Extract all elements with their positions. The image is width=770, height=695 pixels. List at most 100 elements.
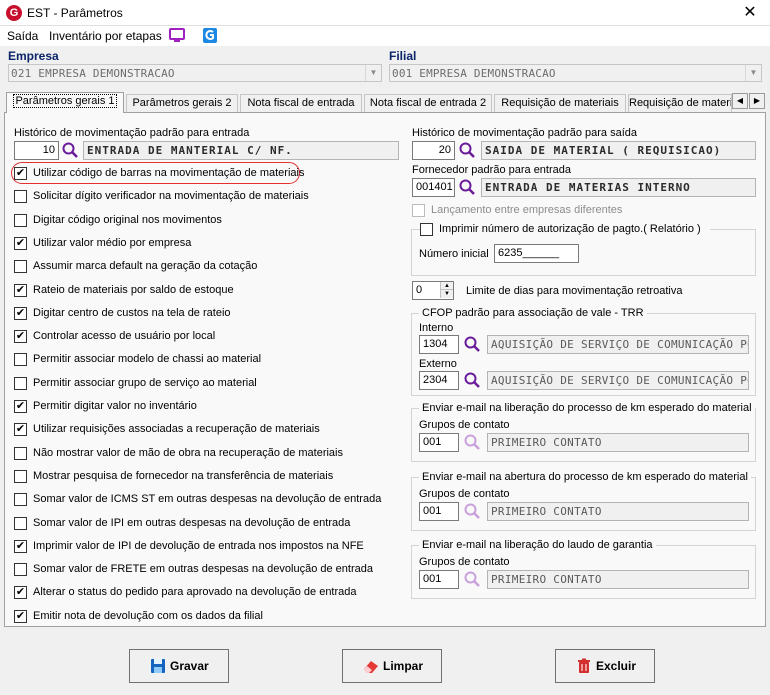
- externo-desc: AQUISIÇÃO DE SERVIÇO DE COMUNICAÇÃO POR …: [487, 371, 749, 390]
- checkbox-box[interactable]: ✔: [14, 400, 27, 413]
- checkbox-box[interactable]: ✔: [14, 307, 27, 320]
- checkbox-box[interactable]: ✔: [14, 237, 27, 250]
- filial-select[interactable]: 001 EMPRESA DEMONSTRACAO ▼: [389, 64, 762, 82]
- left-checkbox-13[interactable]: Não mostrar valor de mão de obra na recu…: [14, 446, 399, 462]
- email-3-desc: PRIMEIRO CONTATO: [487, 570, 749, 589]
- email-1-code-input[interactable]: 001: [419, 433, 459, 452]
- hist-entrada-code-input[interactable]: 10: [14, 141, 59, 160]
- tab-requisicao-materiais[interactable]: Requisição de materiais: [494, 94, 626, 113]
- search-icon[interactable]: [458, 178, 476, 196]
- hist-saida-label: Histórico de movimentação padrão para sa…: [412, 127, 638, 139]
- eraser-icon: [364, 661, 378, 673]
- numero-inicial-input[interactable]: 6235______: [494, 244, 579, 263]
- hist-saida-desc: SAIDA DE MATERIAL ( REQUISICAO): [481, 141, 756, 160]
- search-icon[interactable]: [458, 141, 476, 159]
- left-checkbox-5[interactable]: Assumir marca default na geração da cota…: [14, 259, 399, 275]
- checkbox-box[interactable]: [420, 223, 433, 236]
- left-checkbox-8[interactable]: ✔ Controlar acesso de usuário por local: [14, 329, 399, 345]
- checkbox-box[interactable]: [412, 204, 425, 217]
- tab-nota-fiscal-entrada-2[interactable]: Nota fiscal de entrada 2: [364, 94, 492, 113]
- checkbox-box[interactable]: [14, 447, 27, 460]
- checkbox-box[interactable]: ✔: [14, 586, 27, 599]
- tab-scroll-right-icon[interactable]: ▶: [749, 93, 765, 109]
- left-checkbox-3[interactable]: Digitar código original nos movimentos: [14, 213, 399, 229]
- menu-saida[interactable]: Saída: [7, 29, 38, 43]
- search-icon[interactable]: [463, 335, 481, 353]
- checkbox-box[interactable]: [14, 353, 27, 366]
- checkbox-box[interactable]: [14, 517, 27, 530]
- left-checkbox-6[interactable]: ✔ Rateio de materiais por saldo de estoqu…: [14, 283, 399, 299]
- left-checkbox-4[interactable]: ✔ Utilizar valor médio por empresa: [14, 236, 399, 252]
- left-checkbox-17[interactable]: ✔ Imprimir valor de IPI de devolução de e…: [14, 539, 399, 555]
- spin-down-icon[interactable]: ▼: [440, 290, 453, 298]
- left-checkbox-14[interactable]: Mostrar pesquisa de fornecedor na transf…: [14, 469, 399, 485]
- checkbox-box[interactable]: ✔: [14, 540, 27, 553]
- close-button[interactable]: ✕: [730, 0, 770, 26]
- email-2-code-input[interactable]: 001: [419, 502, 459, 521]
- interno-code-input[interactable]: 1304: [419, 335, 459, 354]
- checkbox-box[interactable]: [14, 190, 27, 203]
- email-3-code-input[interactable]: 001: [419, 570, 459, 589]
- checkbox-label: Somar valor de IPI em outras despesas na…: [33, 517, 351, 529]
- checkbox-label: Rateio de materiais por saldo de estoque: [33, 284, 234, 296]
- gravar-button[interactable]: Gravar: [129, 649, 229, 683]
- app-shortcut-icon[interactable]: [201, 27, 219, 44]
- checkbox-box[interactable]: ✔: [14, 423, 27, 436]
- left-checkbox-18[interactable]: Somar valor de FRETE em outras despesas …: [14, 562, 399, 578]
- left-checkbox-15[interactable]: Somar valor de ICMS ST em outras despesa…: [14, 492, 399, 508]
- checkbox-box[interactable]: ✔: [14, 284, 27, 297]
- checkbox-label: Utilizar código de barras na movimentaçã…: [33, 167, 305, 179]
- chevron-down-icon[interactable]: ▼: [745, 65, 761, 81]
- limpar-button[interactable]: Limpar: [342, 649, 442, 683]
- left-checkbox-9[interactable]: Permitir associar modelo de chassi ao ma…: [14, 352, 399, 368]
- checkbox-box[interactable]: ✔: [14, 330, 27, 343]
- spin-up-icon[interactable]: ▲: [440, 282, 453, 290]
- checkbox-box[interactable]: [14, 214, 27, 227]
- hist-saida-code-input[interactable]: 20: [412, 141, 455, 160]
- tab-requisicao-materiais-2[interactable]: Requisição de materi: [628, 94, 732, 113]
- left-checkbox-10[interactable]: Permitir associar grupo de serviço ao ma…: [14, 376, 399, 392]
- tab-parametros-gerais-1[interactable]: Parâmetros gerais 1: [6, 92, 124, 113]
- save-icon: [151, 659, 165, 673]
- checkbox-box[interactable]: [14, 470, 27, 483]
- excluir-button[interactable]: Excluir: [555, 649, 655, 683]
- search-icon[interactable]: [463, 433, 481, 451]
- search-icon[interactable]: [463, 502, 481, 520]
- tab-scroll-left-icon[interactable]: ◀: [732, 93, 748, 109]
- checkbox-label: Digitar centro de custos na tela de rate…: [33, 307, 231, 319]
- checkbox-box[interactable]: ✔: [14, 167, 27, 180]
- app-logo-icon: G: [6, 5, 22, 21]
- fornecedor-code-input[interactable]: 001401: [412, 178, 455, 197]
- chevron-down-icon[interactable]: ▼: [365, 65, 381, 81]
- tab-parametros-gerais-2[interactable]: Parâmetros gerais 2: [126, 94, 238, 113]
- imprimir-checkbox[interactable]: Imprimir número de autorização de pagto.…: [420, 222, 710, 238]
- left-checkbox-11[interactable]: ✔ Permitir digitar valor no inventário: [14, 399, 399, 415]
- checkbox-box[interactable]: ✔: [14, 610, 27, 623]
- limite-dias-label: Limite de dias para movimentação retroat…: [466, 285, 683, 297]
- checkbox-box[interactable]: [14, 260, 27, 273]
- left-checkbox-1[interactable]: ✔ Utilizar código de barras na movimentaç…: [14, 166, 399, 182]
- hist-entrada-desc: ENTRADA DE MANTERIAL C/ NF.: [83, 141, 399, 160]
- left-checkbox-7[interactable]: ✔ Digitar centro de custos na tela de rat…: [14, 306, 399, 322]
- search-icon[interactable]: [61, 141, 79, 159]
- search-icon[interactable]: [463, 371, 481, 389]
- left-checkbox-16[interactable]: Somar valor de IPI em outras despesas na…: [14, 516, 399, 532]
- email-2-desc: PRIMEIRO CONTATO: [487, 502, 749, 521]
- checkbox-label: Somar valor de FRETE em outras despesas …: [33, 563, 373, 575]
- empresa-select[interactable]: 021 EMPRESA DEMONSTRACAO ▼: [8, 64, 382, 82]
- search-icon[interactable]: [463, 570, 481, 588]
- checkbox-box[interactable]: [14, 377, 27, 390]
- checkbox-box[interactable]: [14, 493, 27, 506]
- empresa-value: 021 EMPRESA DEMONSTRACAO: [11, 67, 175, 80]
- limite-dias-spinner[interactable]: 0 ▲ ▼: [412, 281, 454, 300]
- left-checkbox-20[interactable]: ✔ Emitir nota de devolução com os dados d…: [14, 609, 399, 625]
- tab-nota-fiscal-entrada[interactable]: Nota fiscal de entrada: [240, 94, 362, 113]
- menu-inventario[interactable]: Inventário por etapas: [49, 29, 162, 43]
- monitor-icon[interactable]: [168, 27, 186, 44]
- lancamento-checkbox[interactable]: Lançamento entre empresas diferentes: [412, 203, 652, 219]
- left-checkbox-12[interactable]: ✔ Utilizar requisições associadas a recup…: [14, 422, 399, 438]
- left-checkbox-19[interactable]: ✔ Alterar o status do pedido para aprovad…: [14, 585, 399, 601]
- externo-code-input[interactable]: 2304: [419, 371, 459, 390]
- left-checkbox-2[interactable]: Solicitar dígito verificador na moviment…: [14, 189, 399, 205]
- checkbox-box[interactable]: [14, 563, 27, 576]
